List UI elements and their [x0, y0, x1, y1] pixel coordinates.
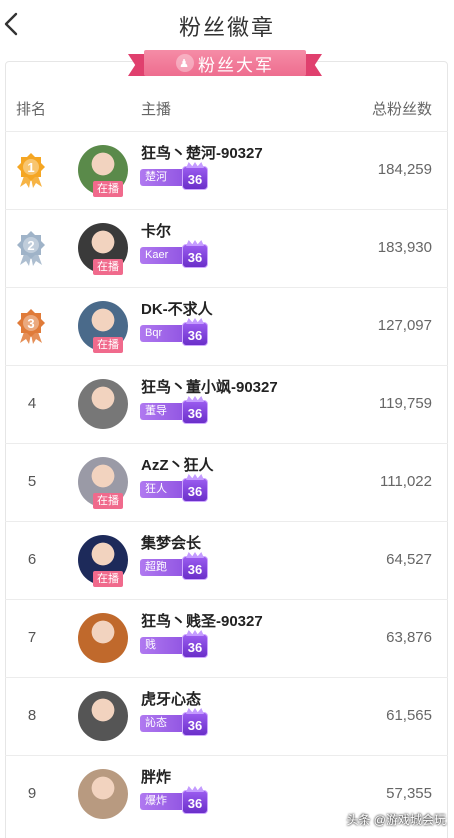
- fan-badge: Kaer 36: [140, 240, 210, 268]
- svg-text:3: 3: [27, 316, 34, 331]
- ranking-row[interactable]: 4 狂鸟丶董小飒-90327 董导 36 119,759: [5, 365, 448, 443]
- column-fans: 总粉丝数: [371, 101, 432, 118]
- fan-badge-level: 36: [182, 790, 208, 814]
- ranking-row[interactable]: 6 在播 集梦会长 超跑 36 64,527: [5, 521, 448, 599]
- fan-count: 111,022: [380, 473, 432, 490]
- fan-badge-level: 36: [182, 478, 208, 502]
- ranking-row[interactable]: 1 在播 狂鸟丶楚河-90327 楚河 36 184,259: [5, 131, 448, 209]
- anchor-name[interactable]: AzZ丶狂人: [141, 454, 214, 475]
- rank-number: 5: [27, 473, 37, 490]
- page-title: 粉丝徽章: [178, 15, 275, 40]
- crown-icon: [186, 552, 204, 558]
- anchor-name[interactable]: 狂鸟丶董小飒-90327: [141, 376, 278, 397]
- avatar[interactable]: [78, 769, 128, 819]
- banner-body: ♟ 粉丝大军: [144, 50, 306, 76]
- fan-badge: 訫态 36: [140, 708, 210, 736]
- crown-icon: [186, 630, 204, 636]
- crown-icon: [186, 318, 204, 324]
- fan-badge: 狂人 36: [140, 474, 210, 502]
- fan-count: 63,876: [386, 629, 432, 646]
- ranking-row[interactable]: 2 在播 卡尔 Kaer 36 183,930: [5, 209, 448, 287]
- watermark: 头条 @游戏城会玩: [346, 813, 446, 827]
- top-bar: 粉丝徽章: [0, 0, 454, 48]
- rank-number: 6: [27, 551, 37, 568]
- fan-count: 61,565: [386, 707, 432, 724]
- banner-text: 粉丝大军: [198, 55, 274, 75]
- silver-medal-icon: 2: [16, 230, 46, 266]
- fan-badge: 超跑 36: [140, 552, 210, 580]
- live-badge: 在播: [93, 493, 123, 509]
- anchor-name[interactable]: DK-不求人: [141, 298, 213, 319]
- bronze-medal-icon: 3: [16, 308, 46, 344]
- fan-count: 64,527: [386, 551, 432, 568]
- ranking-row[interactable]: 8 虎牙心态 訫态 36 61,565: [5, 677, 448, 755]
- fan-badge-level: 36: [182, 400, 208, 424]
- avatar[interactable]: [78, 379, 128, 429]
- fan-badge-level: 36: [182, 322, 208, 346]
- rank-number: 8: [27, 707, 37, 724]
- rank-number: 4: [27, 395, 37, 412]
- crown-icon: [186, 396, 204, 402]
- live-badge: 在播: [93, 571, 123, 587]
- column-rank: 排名: [16, 101, 47, 118]
- live-badge: 在播: [93, 259, 123, 275]
- fan-badge: 董导 36: [140, 396, 210, 424]
- fan-badge: 爆炸 36: [140, 786, 210, 814]
- svg-text:1: 1: [27, 160, 34, 175]
- anchor-name[interactable]: 虎牙心态: [141, 688, 201, 709]
- avatar[interactable]: [78, 691, 128, 741]
- fan-badge: 贱 36: [140, 630, 210, 658]
- rank-number: 7: [27, 629, 37, 646]
- fan-badge-level: 36: [182, 712, 208, 736]
- fan-badge-level: 36: [182, 244, 208, 268]
- crown-icon: [186, 786, 204, 792]
- anchor-name[interactable]: 狂鸟丶贱圣-90327: [141, 610, 263, 631]
- ranking-row[interactable]: 5 在播 AzZ丶狂人 狂人 36 111,022: [5, 443, 448, 521]
- fan-count: 127,097: [377, 317, 432, 334]
- gold-medal-icon: 1: [16, 152, 46, 188]
- crown-icon: [186, 240, 204, 246]
- fan-army-banner: ♟ 粉丝大军: [128, 48, 322, 78]
- crown-icon: [186, 474, 204, 480]
- fan-count: 184,259: [377, 161, 432, 178]
- avatar[interactable]: [78, 613, 128, 663]
- anchor-name[interactable]: 胖炸: [141, 766, 171, 787]
- table-header: 排名 主播 总粉丝数: [0, 98, 454, 120]
- fan-count: 57,355: [386, 785, 432, 802]
- crown-icon: [186, 162, 204, 168]
- anchor-name[interactable]: 狂鸟丶楚河-90327: [141, 142, 263, 163]
- anchor-name[interactable]: 集梦会长: [141, 532, 201, 553]
- fan-badge-level: 36: [182, 166, 208, 190]
- live-badge: 在播: [93, 181, 123, 197]
- fan-badge: 楚河 36: [140, 162, 210, 190]
- fan-badge: Bqr 36: [140, 318, 210, 346]
- fan-army-icon: ♟: [176, 54, 194, 72]
- ranking-row[interactable]: 7 狂鸟丶贱圣-90327 贱 36 63,876: [5, 599, 448, 677]
- live-badge: 在播: [93, 337, 123, 353]
- fan-badge-level: 36: [182, 556, 208, 580]
- anchor-name[interactable]: 卡尔: [141, 220, 171, 241]
- fan-count: 183,930: [377, 239, 432, 256]
- ranking-row[interactable]: 3 在播 DK-不求人 Bqr 36 127,097: [5, 287, 448, 365]
- svg-text:2: 2: [27, 238, 34, 253]
- column-anchor: 主播: [141, 101, 172, 118]
- fan-badge-level: 36: [182, 634, 208, 658]
- crown-icon: [186, 708, 204, 714]
- fan-count: 119,759: [378, 395, 432, 412]
- rank-number: 9: [27, 785, 37, 802]
